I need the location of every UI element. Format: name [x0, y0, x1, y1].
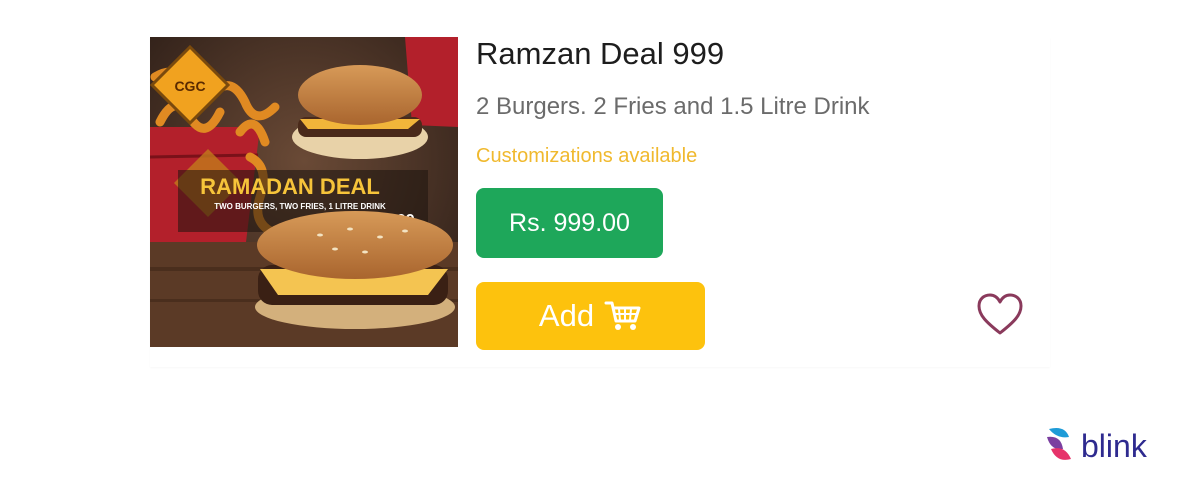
product-card[interactable]: CGC RAMADAN DEAL TWO BURGERS, TWO FRIES,… — [150, 37, 1050, 367]
banner-title: RAMADAN DEAL — [200, 174, 380, 199]
price-badge: Rs. 999.00 — [476, 188, 663, 258]
favorite-heart-icon[interactable] — [976, 293, 1024, 337]
product-description: 2 Burgers. 2 Fries and 1.5 Litre Drink — [476, 93, 870, 120]
product-title: Ramzan Deal 999 — [476, 36, 725, 71]
price-label: Rs. 999.00 — [509, 208, 630, 237]
add-to-cart-button[interactable]: Add — [476, 282, 705, 350]
banner-subtitle: TWO BURGERS, TWO FRIES, 1 LITRE DRINK — [214, 202, 386, 211]
add-button-label: Add — [538, 298, 595, 333]
cart-icon — [604, 299, 642, 333]
brand-logo: blink — [1043, 426, 1147, 466]
blink-logo-icon — [1043, 425, 1077, 468]
product-image[interactable]: CGC RAMADAN DEAL TWO BURGERS, TWO FRIES,… — [150, 37, 458, 347]
brand-name: blink — [1081, 428, 1147, 464]
cgc-badge-text: CGC — [174, 78, 205, 94]
customizations-label[interactable]: Customizations available — [476, 144, 697, 168]
